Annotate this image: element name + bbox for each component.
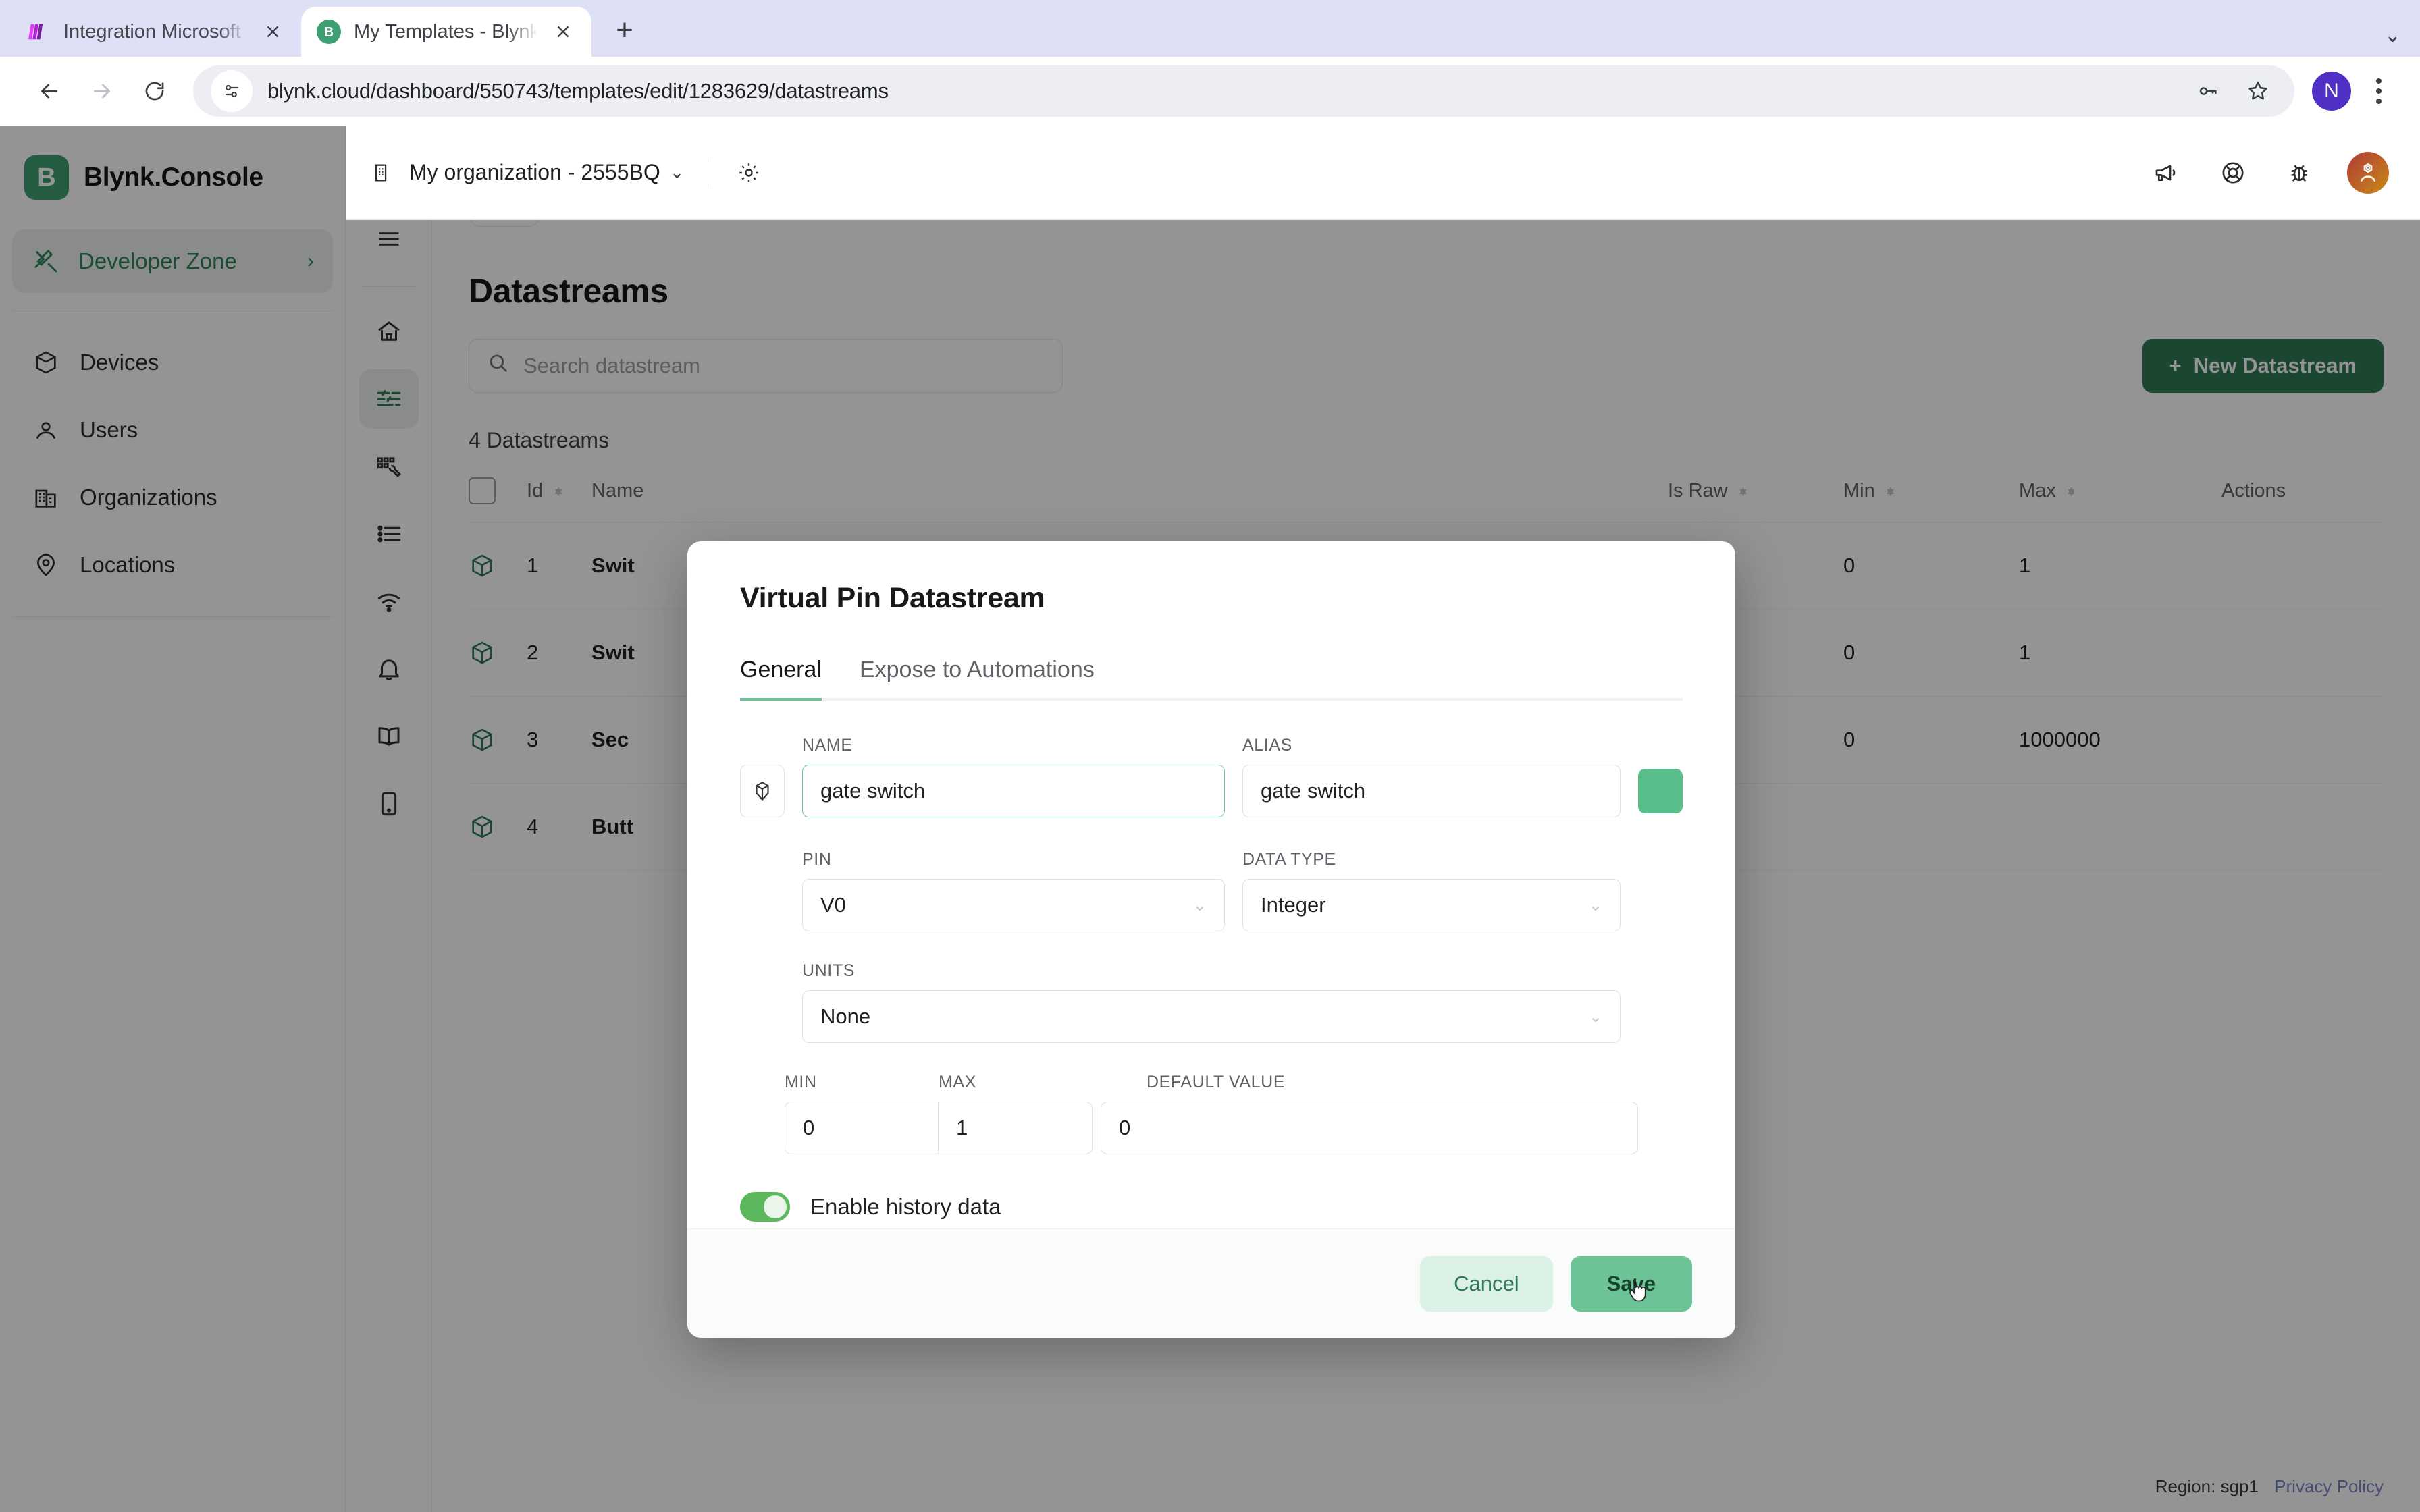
default-value-label: DEFAULT VALUE (1147, 1073, 1286, 1091)
address-bar[interactable]: blynk.cloud/dashboard/550743/templates/e… (193, 65, 2294, 117)
browser-window: Integration Microsoft 365 Em B My Templa… (0, 0, 2420, 1512)
enable-history-toggle[interactable] (740, 1192, 790, 1222)
data-type-value: Integer (1261, 893, 1326, 917)
tab-expose-to-automations[interactable]: Expose to Automations (860, 657, 1095, 698)
close-icon[interactable] (550, 18, 577, 45)
tabstrip-right: ⌄ (2384, 24, 2420, 57)
browser-tab-2[interactable]: B My Templates - Blynk.Console (301, 7, 591, 57)
name-label: NAME (802, 736, 853, 755)
omnibar-actions (2189, 72, 2277, 110)
forward-icon[interactable] (76, 65, 128, 117)
alias-input[interactable]: gate switch (1242, 765, 1621, 817)
max-input[interactable]: 1 (939, 1102, 1093, 1154)
data-type-select[interactable]: Integer ⌄ (1242, 879, 1621, 932)
browser-tabstrip: Integration Microsoft 365 Em B My Templa… (0, 0, 2420, 57)
topbar: My organization - 2555BQ ⌄ (346, 126, 2420, 220)
reload-icon[interactable] (128, 65, 181, 117)
lifebuoy-icon[interactable] (2215, 155, 2251, 191)
megaphone-icon[interactable] (2149, 155, 2185, 191)
bookmark-star-icon[interactable] (2239, 72, 2277, 110)
avatar[interactable] (2347, 151, 2389, 194)
color-swatch-button[interactable] (1638, 769, 1683, 813)
site-settings-icon[interactable] (211, 70, 253, 112)
chevron-down-icon: ⌄ (1588, 896, 1602, 915)
browser-tab-1[interactable]: Integration Microsoft 365 Em (11, 7, 301, 57)
dialog-title: Virtual Pin Datastream (740, 582, 1045, 614)
new-tab-button[interactable]: + (601, 7, 648, 54)
pin-value: V0 (820, 893, 846, 917)
dialog-save-button[interactable]: Save (1570, 1256, 1692, 1312)
browser-omnibar: blynk.cloud/dashboard/550743/templates/e… (0, 57, 2420, 126)
password-key-icon[interactable] (2189, 72, 2227, 110)
topbar-actions (2149, 151, 2389, 194)
browser-profile-avatar[interactable]: N (2312, 72, 2351, 111)
microsoft-icon (26, 19, 51, 45)
dialog-cancel-button[interactable]: Cancel (1420, 1256, 1553, 1312)
pin-label: PIN (802, 850, 832, 869)
browser-menu-icon[interactable] (2361, 73, 2397, 109)
browser-tab-title: Integration Microsoft 365 Em (63, 20, 247, 43)
units-select[interactable]: None ⌄ (802, 990, 1621, 1043)
svg-text:B: B (324, 25, 334, 40)
units-value: None (820, 1004, 871, 1028)
gear-icon[interactable] (731, 155, 766, 190)
max-label: MAX (939, 1073, 976, 1091)
back-icon[interactable] (23, 65, 76, 117)
tab-general[interactable]: General (740, 657, 822, 701)
chevron-down-icon[interactable]: ⌄ (670, 162, 685, 183)
organization-selector-label[interactable]: My organization - 2555BQ (409, 160, 660, 185)
dialog-body: Virtual Pin Datastream General Expose to… (687, 541, 1735, 1228)
app-root: B Blynk.Console Developer Zone › Devices (0, 126, 2420, 1512)
building-icon (363, 155, 398, 190)
min-input[interactable]: 0 (785, 1102, 939, 1154)
chevron-down-icon: ⌄ (1588, 1007, 1602, 1026)
blynk-icon: B (316, 19, 342, 45)
pin-select[interactable]: V0 ⌄ (802, 879, 1225, 932)
name-input[interactable]: gate switch (802, 765, 1225, 817)
min-label: MIN (785, 1073, 817, 1091)
close-icon[interactable] (259, 18, 286, 45)
data-type-label: DATA TYPE (1242, 850, 1336, 869)
alias-label: ALIAS (1242, 736, 1292, 755)
enable-history-label: Enable history data (810, 1194, 1001, 1219)
enable-history-row: Enable history data (740, 1192, 1683, 1222)
chevron-down-icon: ⌄ (1192, 896, 1207, 915)
dialog-footer: Cancel Save (687, 1228, 1735, 1338)
virtual-pin-datastream-dialog: Virtual Pin Datastream General Expose to… (687, 541, 1735, 1338)
units-label: UNITS (802, 961, 855, 980)
toggle-knob (764, 1195, 787, 1218)
default-value-input[interactable]: 0 (1101, 1102, 1638, 1154)
browser-tab-title: My Templates - Blynk.Console (354, 20, 537, 43)
dialog-tabs: General Expose to Automations (740, 657, 1683, 701)
url-text: blynk.cloud/dashboard/550743/templates/e… (267, 79, 889, 103)
bug-icon[interactable] (2281, 155, 2317, 191)
datastream-icon-picker[interactable] (740, 765, 785, 817)
chevron-down-icon[interactable]: ⌄ (2384, 24, 2401, 47)
